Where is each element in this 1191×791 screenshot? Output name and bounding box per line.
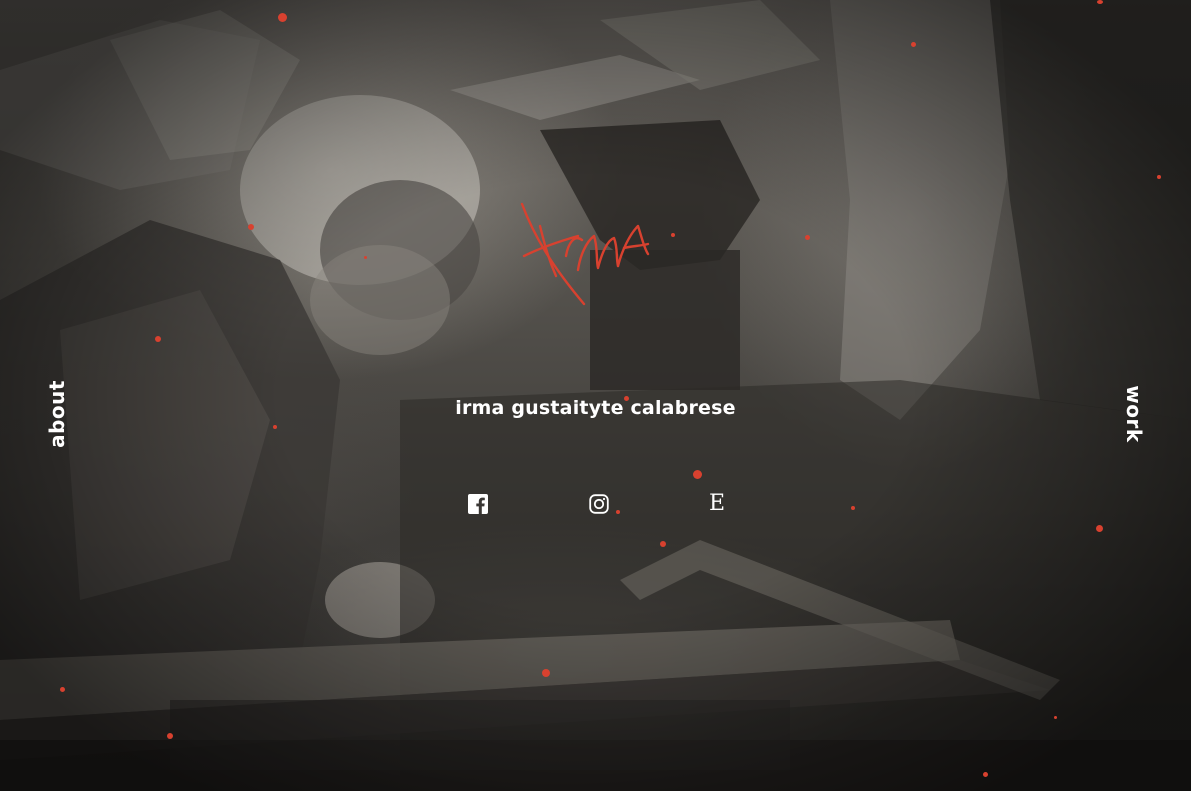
decorative-dot [155,336,161,342]
decorative-dot [805,235,810,240]
decorative-dot [278,13,287,22]
decorative-dot [364,256,367,259]
instagram-icon-graphic [589,494,609,514]
decorative-dot [273,425,277,429]
site-name: irma gustaityte calabrese [455,397,736,419]
facebook-icon[interactable] [466,492,490,516]
decorative-dot [542,669,550,677]
decorative-dot [1097,0,1103,4]
signature-logo[interactable] [514,196,656,310]
etsy-icon[interactable]: E [705,492,729,516]
background-photo [0,0,1191,791]
decorative-dot [1054,716,1057,719]
decorative-dot [911,42,916,47]
decorative-dot [660,541,666,547]
decorative-dot [60,687,65,692]
decorative-dot [1096,525,1103,532]
decorative-dot [693,470,702,479]
hero-section: about work irma gustaityte calabrese E [0,0,1191,791]
decorative-dot [616,510,620,514]
instagram-icon[interactable] [587,492,611,516]
decorative-dot [167,733,173,739]
decorative-dot [671,233,675,237]
decorative-dot [248,224,254,230]
facebook-icon-graphic [468,494,488,514]
decorative-dot [851,506,855,510]
decorative-dot [983,772,988,777]
decorative-dot [1157,175,1161,179]
